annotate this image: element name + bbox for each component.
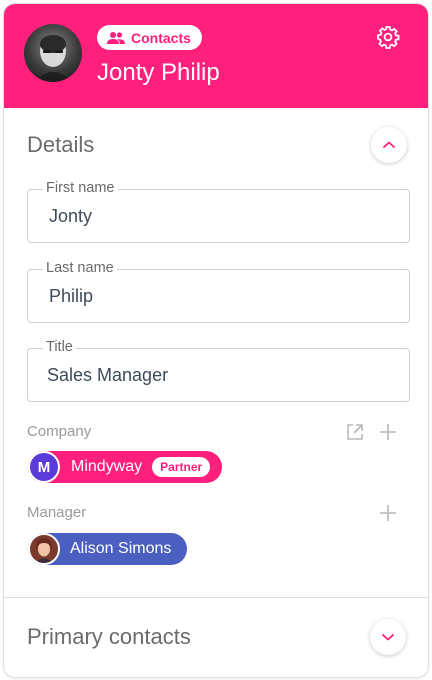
- expand-primary-contacts-button[interactable]: [370, 619, 406, 655]
- company-name: Mindyway: [71, 458, 143, 475]
- gear-icon[interactable]: [376, 25, 400, 49]
- manager-name: Alison Simons: [70, 540, 172, 557]
- last-name-value: Philip: [49, 286, 94, 306]
- contact-card: Contacts Jonty Philip Details First name…: [3, 3, 429, 678]
- company-chip[interactable]: M Mindyway Partner: [28, 451, 222, 483]
- contact-header: Contacts Jonty Philip: [4, 4, 428, 108]
- manager-chip[interactable]: Alison Simons: [28, 533, 187, 565]
- chevron-down-icon: [382, 634, 394, 641]
- last-name-label: Last name: [43, 260, 117, 276]
- collapse-details-button[interactable]: [371, 127, 407, 163]
- company-label: Company: [27, 423, 92, 440]
- manager-avatar: [28, 533, 60, 565]
- contacts-icon: [107, 31, 125, 44]
- contact-avatar: [24, 24, 82, 82]
- first-name-field[interactable]: First name Jonty: [27, 180, 410, 243]
- first-name-label: First name: [43, 180, 118, 196]
- primary-contacts-title: Primary contacts: [27, 624, 191, 649]
- title-field[interactable]: Title Sales Manager: [27, 339, 410, 402]
- details-title: Details: [27, 132, 95, 157]
- manager-label: Manager: [27, 504, 87, 521]
- partner-badge: Partner: [152, 457, 211, 477]
- title-label: Title: [43, 339, 76, 355]
- last-name-field[interactable]: Last name Philip: [27, 260, 410, 323]
- company-initial-avatar: M: [28, 451, 60, 483]
- title-value: Sales Manager: [47, 365, 169, 385]
- chevron-up-icon: [383, 141, 395, 148]
- first-name-value: Jonty: [49, 206, 93, 226]
- contacts-chip[interactable]: Contacts: [97, 25, 202, 50]
- add-company-icon[interactable]: [378, 422, 398, 442]
- contact-name: Jonty Philip: [97, 59, 220, 86]
- section-divider: [4, 597, 428, 598]
- open-external-icon[interactable]: [346, 423, 364, 441]
- add-manager-icon[interactable]: [378, 503, 398, 523]
- contacts-chip-label: Contacts: [131, 29, 191, 46]
